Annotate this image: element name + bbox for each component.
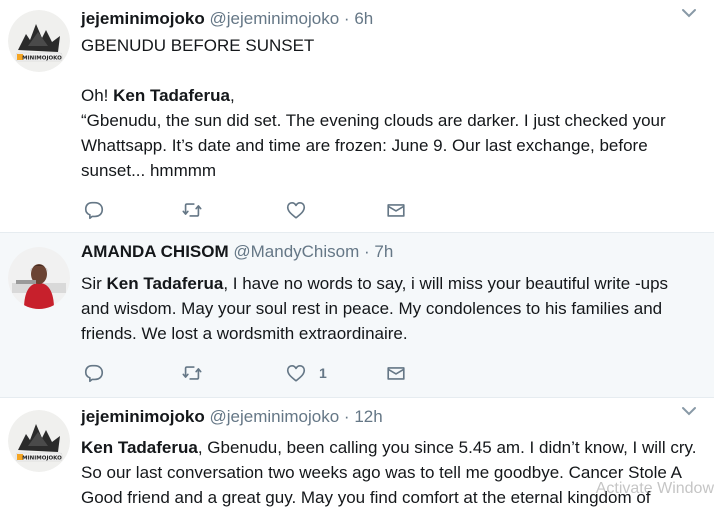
tweet-text: Sir Ken Tadaferua, I have no words to sa… (81, 271, 714, 346)
envelope-icon (387, 204, 405, 217)
tweet-text: GBENUDU BEFORE SUNSET Oh! Ken Tadaferua,… (81, 33, 714, 183)
tweet-line: friends. We lost a wordsmith extraordina… (81, 324, 408, 343)
direct-message-button[interactable] (385, 360, 407, 386)
svg-text:MINIMOJOKO: MINIMOJOKO (22, 456, 62, 462)
tweet-line: sunset... hmmmm (81, 161, 217, 180)
display-name[interactable]: jejeminimojoko (81, 407, 205, 426)
timestamp[interactable]: 6h (354, 9, 373, 28)
reply-icon (84, 201, 104, 220)
text-fragment: , I have no words to say, i will miss yo… (223, 274, 669, 293)
text-fragment: Oh! (81, 86, 114, 105)
chevron-down-icon[interactable] (680, 4, 698, 28)
tweet-actions: 1 (83, 360, 423, 386)
tweet-actions (83, 197, 423, 223)
tweet-header: jejeminimojoko @jejeminimojoko · 12h (81, 406, 383, 428)
retweet-button[interactable] (181, 360, 203, 386)
tweet[interactable]: AMANDA CHISOM @MandyChisom · 7h Sir Ken … (0, 233, 714, 398)
mention[interactable]: Ken Tadaferua (113, 86, 230, 105)
envelope-icon (387, 367, 405, 380)
text-fragment: , Gbenudu, been calling you since 5.45 a… (197, 438, 697, 457)
retweet-button[interactable] (181, 197, 203, 223)
timestamp[interactable]: 12h (354, 407, 382, 426)
tweet-line: Ken Tadaferua, Gbenudu, been calling you… (81, 435, 714, 460)
username[interactable]: @MandyChisom (233, 242, 359, 261)
svg-text:MINIMOJOKO: MINIMOJOKO (22, 56, 62, 62)
tweet-header: AMANDA CHISOM @MandyChisom · 7h (81, 241, 393, 263)
tweet-line: Oh! Ken Tadaferua, (81, 83, 714, 108)
avatar[interactable]: MINIMOJOKO (8, 410, 70, 472)
tweet[interactable]: MINIMOJOKO jejeminimojoko @jejeminimojok… (0, 398, 714, 507)
like-button[interactable] (285, 197, 307, 223)
reply-button[interactable] (83, 197, 105, 223)
separator-dot: · (364, 242, 370, 261)
display-name[interactable]: jejeminimojoko (81, 9, 205, 28)
jejeminimojoko-logo-avatar: MINIMOJOKO (8, 10, 70, 72)
mention[interactable]: Ken Tadaferua (107, 274, 224, 293)
username[interactable]: @jejeminimojoko (209, 9, 339, 28)
tweet-line: Sir Ken Tadaferua, I have no words to sa… (81, 271, 714, 296)
tweet-header: jejeminimojoko @jejeminimojoko · 6h (81, 8, 373, 30)
avatar[interactable] (8, 247, 70, 309)
direct-message-button[interactable] (385, 197, 407, 223)
retweet-icon (182, 366, 202, 380)
display-name[interactable]: AMANDA CHISOM (81, 242, 229, 261)
avatar[interactable]: MINIMOJOKO (8, 10, 70, 72)
activate-windows-watermark: Activate Window (595, 480, 714, 497)
profile-photo (8, 247, 70, 309)
retweet-icon (182, 203, 202, 217)
heart-icon (286, 365, 306, 382)
reply-icon (84, 364, 104, 383)
mention[interactable]: Ken Tadaferua (81, 438, 198, 457)
like-count: 1 (319, 365, 327, 381)
text-fragment: Sir (81, 274, 107, 293)
reply-button[interactable] (83, 360, 105, 386)
tweet-line: GBENUDU BEFORE SUNSET (81, 36, 315, 55)
jejeminimojoko-logo-avatar: MINIMOJOKO (8, 410, 70, 472)
tweet-line: “Gbenudu, the sun did set. The evening c… (81, 111, 666, 130)
timestamp[interactable]: 7h (374, 242, 393, 261)
separator-dot: · (343, 407, 350, 426)
chevron-down-icon[interactable] (680, 402, 698, 426)
tweet-line: Whattsapp. It’s date and time are frozen… (81, 136, 648, 155)
like-button[interactable]: 1 (285, 360, 327, 386)
tweet-text: Ken Tadaferua, Gbenudu, been calling you… (81, 435, 714, 510)
text-fragment: , (229, 86, 235, 105)
tweet-line: and wisdom. May your soul rest in peace.… (81, 299, 663, 318)
separator-dot: · (343, 9, 350, 28)
username[interactable]: @jejeminimojoko (209, 407, 339, 426)
heart-icon (286, 202, 306, 219)
tweet[interactable]: MINIMOJOKO jejeminimojoko @jejeminimojok… (0, 0, 714, 233)
